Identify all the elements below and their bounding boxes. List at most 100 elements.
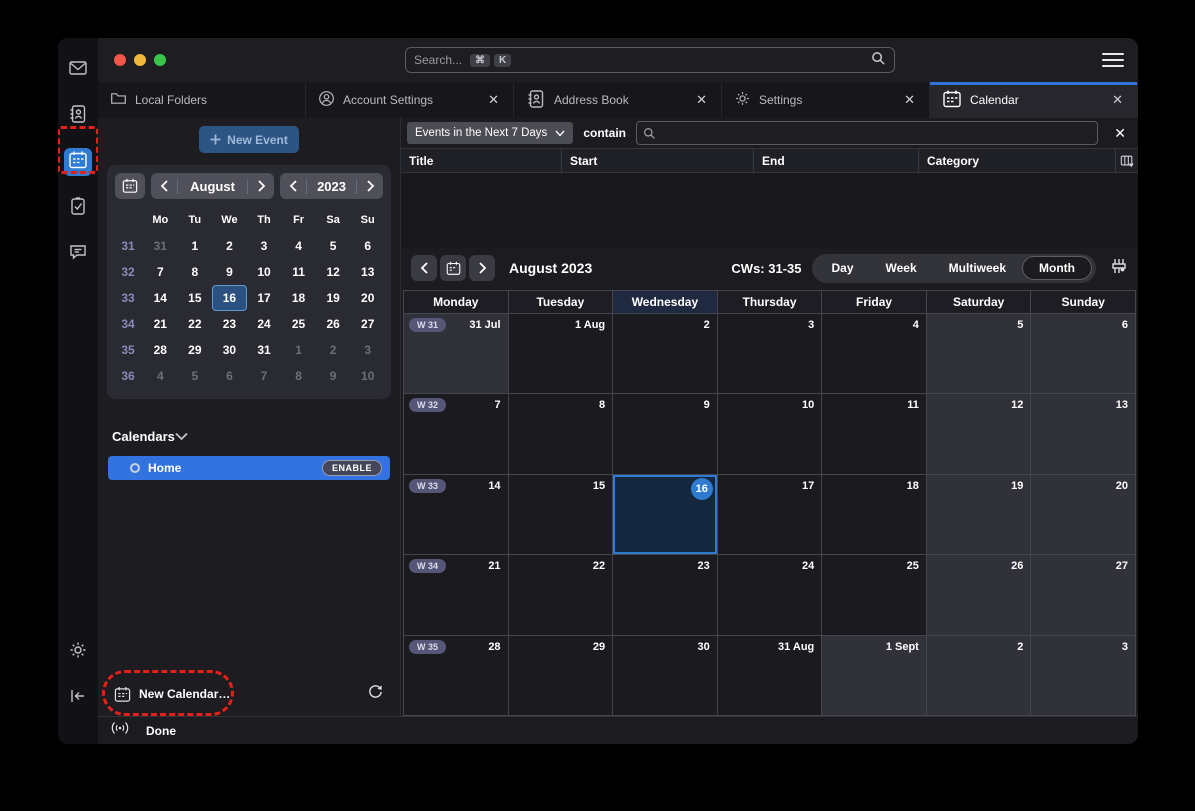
sidebar-item-calendar[interactable]: [64, 148, 92, 176]
mini-day[interactable]: 5: [316, 233, 351, 259]
mini-day[interactable]: 28: [143, 337, 178, 363]
month-cell[interactable]: 8: [509, 394, 613, 473]
month-cell[interactable]: 5: [927, 314, 1031, 393]
mini-day[interactable]: 6: [212, 363, 247, 389]
today-button[interactable]: [440, 255, 466, 281]
column-picker-icon[interactable]: [1116, 149, 1138, 172]
prev-year-icon[interactable]: [280, 180, 306, 192]
mini-day-selected[interactable]: 16: [212, 285, 247, 311]
mini-day[interactable]: 26: [316, 311, 351, 337]
mini-day[interactable]: 13: [350, 259, 385, 285]
mini-day[interactable]: 2: [212, 233, 247, 259]
chevron-down-icon[interactable]: [175, 429, 188, 444]
mini-day[interactable]: 3: [350, 337, 385, 363]
month-cell[interactable]: 2: [927, 636, 1031, 715]
month-cell[interactable]: 25: [822, 555, 926, 634]
month-cell[interactable]: 13: [1031, 394, 1135, 473]
column-header-category[interactable]: Category: [919, 149, 1116, 172]
zoom-window-button[interactable]: [154, 54, 166, 66]
mini-day[interactable]: 25: [281, 311, 316, 337]
view-mode-multiweek[interactable]: Multiweek: [933, 257, 1022, 279]
view-mode-day[interactable]: Day: [816, 257, 870, 279]
month-cell[interactable]: 11: [822, 394, 926, 473]
minimize-window-button[interactable]: [134, 54, 146, 66]
mini-day[interactable]: 1: [178, 233, 213, 259]
next-month-icon[interactable]: [248, 180, 274, 192]
month-cell[interactable]: W 3314: [404, 475, 508, 554]
month-cell[interactable]: 1 Aug: [509, 314, 613, 393]
month-cell[interactable]: W 3421: [404, 555, 508, 634]
prev-month-icon[interactable]: [151, 180, 177, 192]
month-cell[interactable]: 24: [718, 555, 822, 634]
mini-day[interactable]: 18: [281, 285, 316, 311]
prev-period-button[interactable]: [411, 255, 437, 281]
event-filter-search-input[interactable]: [662, 126, 1091, 140]
mini-day[interactable]: 31: [247, 337, 282, 363]
next-year-icon[interactable]: [357, 180, 383, 192]
rotate-view-icon[interactable]: [1110, 257, 1128, 280]
month-cell[interactable]: 17: [718, 475, 822, 554]
month-cell[interactable]: 10: [718, 394, 822, 473]
tab-account-settings[interactable]: Account Settings✕: [306, 82, 514, 118]
mini-day[interactable]: 7: [247, 363, 282, 389]
month-cell[interactable]: 22: [509, 555, 613, 634]
mini-day[interactable]: 8: [178, 259, 213, 285]
mini-day[interactable]: 20: [350, 285, 385, 311]
mini-day[interactable]: 1: [281, 337, 316, 363]
calendar-list-item-home[interactable]: HomeENABLE: [108, 456, 390, 480]
month-cell[interactable]: 26: [927, 555, 1031, 634]
mini-day[interactable]: 31: [143, 233, 178, 259]
month-cell[interactable]: 23: [613, 555, 717, 634]
event-filter-dropdown[interactable]: Events in the Next 7 Days: [407, 122, 573, 144]
month-cell[interactable]: 12: [927, 394, 1031, 473]
close-tab-icon[interactable]: ✕: [1110, 92, 1125, 108]
month-cell[interactable]: 19: [927, 475, 1031, 554]
mini-day[interactable]: 9: [212, 259, 247, 285]
sidebar-item-collapse[interactable]: [64, 684, 92, 712]
next-period-button[interactable]: [469, 255, 495, 281]
close-tab-icon[interactable]: ✕: [694, 92, 709, 108]
tab-address-book[interactable]: Address Book✕: [514, 82, 722, 118]
mini-day[interactable]: 8: [281, 363, 316, 389]
mini-day[interactable]: 4: [143, 363, 178, 389]
mini-day[interactable]: 17: [247, 285, 282, 311]
mini-day[interactable]: 6: [350, 233, 385, 259]
mini-day[interactable]: 21: [143, 311, 178, 337]
enable-badge[interactable]: ENABLE: [322, 460, 382, 476]
sidebar-item-chat[interactable]: [64, 240, 92, 268]
month-cell[interactable]: 15: [509, 475, 613, 554]
mini-day[interactable]: 10: [247, 259, 282, 285]
mini-calendar-today-button[interactable]: [115, 173, 145, 199]
new-event-button[interactable]: New Event: [199, 126, 299, 153]
month-cell[interactable]: 4: [822, 314, 926, 393]
tab-local-folders[interactable]: Local Folders: [98, 82, 306, 118]
mini-day[interactable]: 12: [316, 259, 351, 285]
new-calendar-button[interactable]: New Calendar…: [114, 686, 230, 703]
month-cell[interactable]: 18: [822, 475, 926, 554]
view-mode-month[interactable]: Month: [1022, 256, 1092, 280]
month-cell[interactable]: 6: [1031, 314, 1135, 393]
mini-day[interactable]: 27: [350, 311, 385, 337]
mini-day[interactable]: 23: [212, 311, 247, 337]
tab-calendar[interactable]: Calendar✕: [930, 82, 1138, 118]
mini-day[interactable]: 10: [350, 363, 385, 389]
sidebar-item-tasks[interactable]: [64, 194, 92, 222]
app-menu-icon[interactable]: [1102, 50, 1124, 70]
month-cell[interactable]: W 3528: [404, 636, 508, 715]
close-window-button[interactable]: [114, 54, 126, 66]
month-cell[interactable]: 27: [1031, 555, 1135, 634]
sidebar-item-mail[interactable]: [64, 56, 92, 84]
sync-calendars-icon[interactable]: [367, 683, 384, 705]
view-mode-week[interactable]: Week: [870, 257, 933, 279]
month-cell-today[interactable]: 16: [613, 475, 717, 554]
mini-day[interactable]: 30: [212, 337, 247, 363]
mini-day[interactable]: 3: [247, 233, 282, 259]
month-cell[interactable]: 31 Aug: [718, 636, 822, 715]
close-tab-icon[interactable]: ✕: [902, 92, 917, 108]
sidebar-item-address-book[interactable]: [64, 102, 92, 130]
month-cell[interactable]: 9: [613, 394, 717, 473]
month-cell[interactable]: 30: [613, 636, 717, 715]
mini-day[interactable]: 22: [178, 311, 213, 337]
mini-day[interactable]: 9: [316, 363, 351, 389]
mini-day[interactable]: 19: [316, 285, 351, 311]
